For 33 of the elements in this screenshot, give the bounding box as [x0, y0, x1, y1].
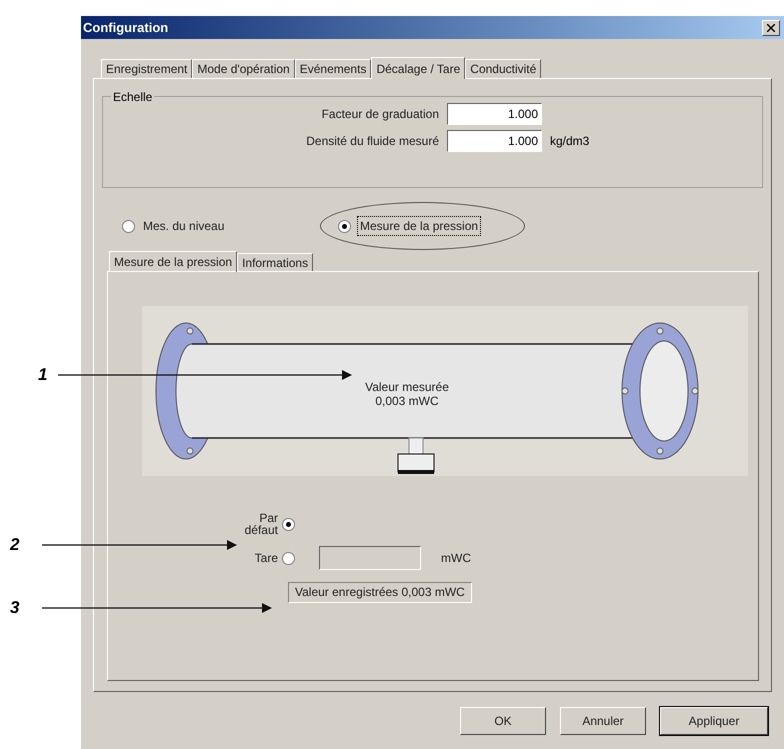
radio-label[interactable]: Mes. du niveau [141, 217, 226, 235]
radio-button[interactable] [122, 220, 135, 232]
dialog-button[interactable]: Annuler [560, 707, 646, 735]
input-field[interactable]: 1.000 [447, 103, 542, 125]
radio-label[interactable]: Tare [206, 552, 278, 564]
tab[interactable]: Décalage / Tare [371, 57, 466, 79]
callout-number: 2 [10, 535, 20, 555]
field-label: Densité du fluide mesuré [306, 133, 439, 150]
unit-label: kg/dm3 [550, 133, 590, 150]
recorded-value-display: Valeur enregistrées 0,003 mWC [288, 582, 472, 603]
unit-label: mWC [441, 550, 471, 567]
tab[interactable]: Informations [237, 253, 314, 271]
dialog-button[interactable]: Appliquer [660, 707, 768, 735]
radio-label[interactable]: Mesure de la pression [357, 216, 482, 236]
tab[interactable]: Conductivité [465, 59, 542, 78]
radio-button[interactable] [338, 220, 351, 232]
radio-label[interactable]: Par défaut [224, 512, 278, 536]
close-icon [767, 24, 775, 32]
callout-number: 3 [10, 598, 20, 618]
input-field[interactable]: 1.000 [447, 130, 542, 152]
tab[interactable]: Enregistrement [101, 59, 192, 78]
tab[interactable]: Mode d'opération [192, 59, 295, 78]
dialog-button[interactable]: OK [460, 707, 546, 735]
reading-value: 0,003 mWC [375, 394, 439, 408]
radio-button[interactable] [282, 552, 295, 564]
radio-button[interactable] [282, 518, 295, 530]
reading-label: Valeur mesurée [365, 380, 449, 394]
close-button[interactable] [762, 20, 780, 36]
tab[interactable]: Mesure de la pression [109, 251, 238, 272]
window-title: Configuration [83, 18, 168, 37]
callout-number: 1 [38, 365, 48, 385]
field-label: Facteur de graduation [322, 106, 439, 123]
tab[interactable]: Evénements [294, 59, 372, 78]
